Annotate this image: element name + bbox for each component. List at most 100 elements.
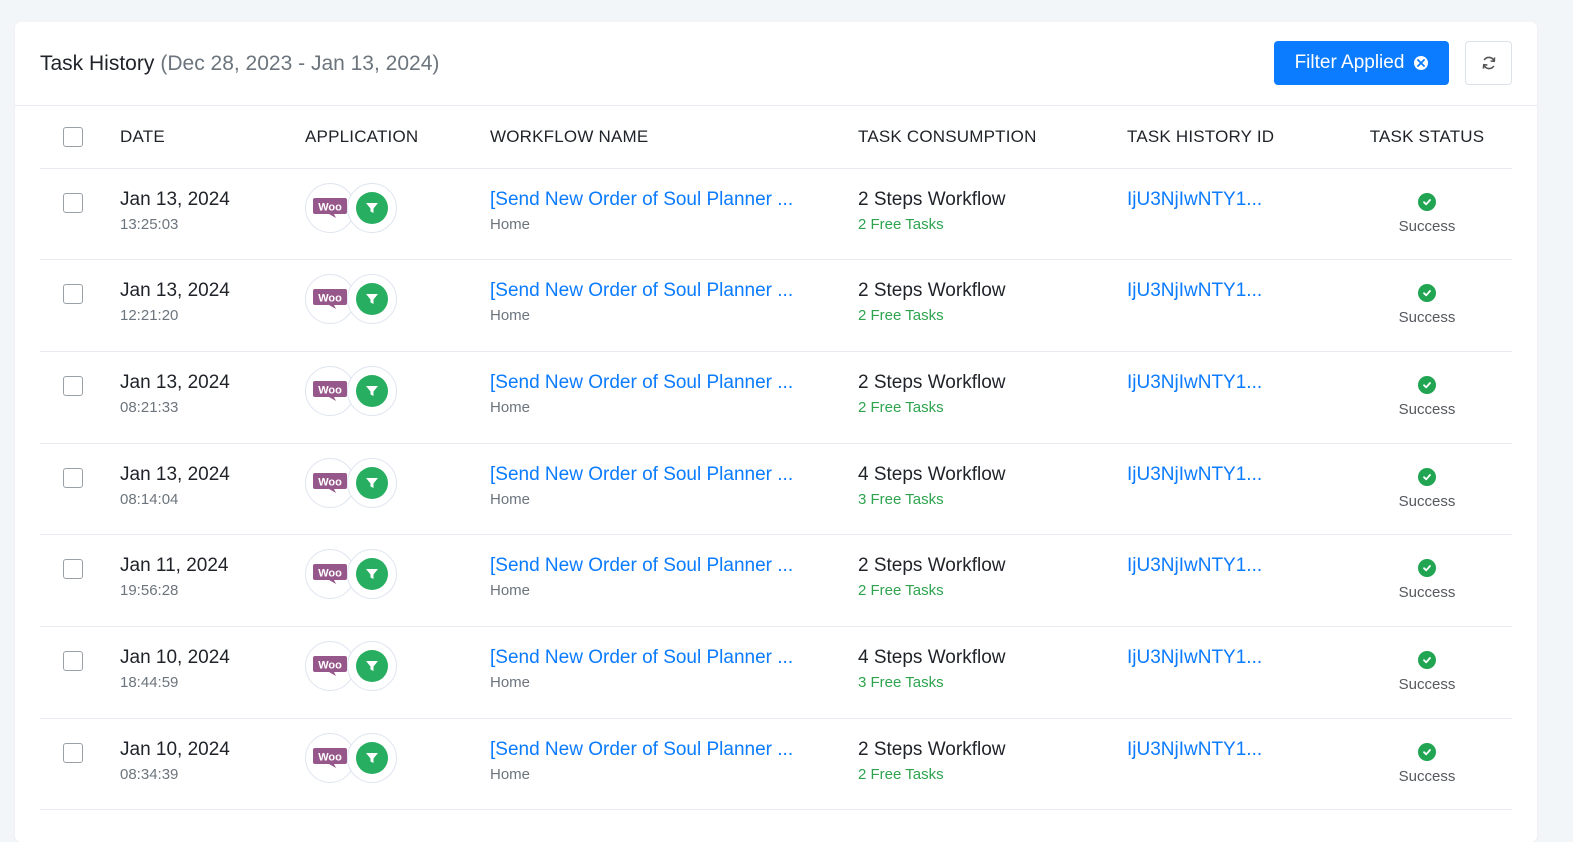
row-checkbox[interactable] bbox=[63, 650, 83, 671]
row-checkbox[interactable] bbox=[63, 467, 83, 488]
refresh-button[interactable] bbox=[1465, 41, 1512, 85]
status-badge: Success bbox=[1342, 650, 1512, 693]
workflow-name-link[interactable]: [Send New Order of Soul Planner ... bbox=[490, 464, 858, 486]
row-date: Jan 13, 2024 bbox=[120, 463, 230, 485]
close-circle-icon[interactable] bbox=[1414, 56, 1429, 70]
application-icons: Woo bbox=[305, 182, 490, 233]
col-application: APPLICATION bbox=[305, 106, 490, 169]
workflow-folder: Home bbox=[490, 765, 531, 783]
workflow-name-link[interactable]: [Send New Order of Soul Planner ... bbox=[490, 189, 858, 211]
status-label: Success bbox=[1398, 767, 1456, 785]
row-date: Jan 10, 2024 bbox=[120, 646, 230, 668]
status-badge: Success bbox=[1342, 192, 1512, 235]
col-task-consumption: TASK CONSUMPTION bbox=[858, 106, 1127, 169]
check-circle-icon bbox=[1418, 375, 1436, 394]
filter-applied-button[interactable]: Filter Applied bbox=[1274, 41, 1449, 85]
workflow-folder: Home bbox=[490, 490, 531, 508]
workflow-folder: Home bbox=[490, 215, 531, 233]
application-icons: Woo bbox=[305, 732, 490, 783]
status-label: Success bbox=[1398, 217, 1456, 235]
workflow-name-link[interactable]: [Send New Order of Soul Planner ... bbox=[490, 739, 858, 761]
workflow-name-link[interactable]: [Send New Order of Soul Planner ... bbox=[490, 372, 858, 394]
svg-text:Woo: Woo bbox=[318, 659, 342, 671]
free-tasks: 2 Free Tasks bbox=[858, 398, 944, 416]
row-checkbox[interactable] bbox=[63, 742, 83, 763]
row-time: 08:21:33 bbox=[120, 398, 179, 416]
row-time: 08:14:04 bbox=[120, 490, 179, 508]
row-checkbox[interactable] bbox=[63, 192, 83, 213]
steps-count: 4 Steps Workflow bbox=[858, 646, 1006, 668]
svg-text:Woo: Woo bbox=[318, 568, 342, 580]
check-circle-icon bbox=[1418, 284, 1436, 303]
status-badge: Success bbox=[1342, 742, 1512, 785]
status-label: Success bbox=[1398, 400, 1456, 418]
check-circle-icon bbox=[1418, 742, 1436, 761]
task-history-id-link[interactable]: IjU3NjIwNTY1... bbox=[1127, 280, 1342, 302]
col-workflow-name: WORKFLOW NAME bbox=[490, 106, 858, 169]
select-all-checkbox[interactable] bbox=[63, 126, 83, 147]
filter-app-icon bbox=[347, 274, 397, 325]
row-checkbox[interactable] bbox=[63, 375, 83, 396]
svg-text:Woo: Woo bbox=[318, 384, 342, 396]
status-label: Success bbox=[1398, 584, 1456, 602]
task-history-id-link[interactable]: IjU3NjIwNTY1... bbox=[1127, 647, 1342, 669]
free-tasks: 2 Free Tasks bbox=[858, 582, 944, 600]
check-circle-icon bbox=[1418, 650, 1436, 669]
row-checkbox[interactable] bbox=[63, 559, 83, 580]
svg-text:Woo: Woo bbox=[318, 293, 342, 305]
application-icons: Woo bbox=[305, 274, 490, 325]
filter-app-icon bbox=[347, 365, 397, 416]
table-row[interactable]: Jan 11, 2024 19:56:28 Woo [Send New Orde… bbox=[40, 534, 1512, 627]
row-date: Jan 13, 2024 bbox=[120, 371, 230, 393]
task-history-id-link[interactable]: IjU3NjIwNTY1... bbox=[1127, 372, 1342, 394]
status-label: Success bbox=[1398, 309, 1456, 327]
steps-count: 2 Steps Workflow bbox=[858, 555, 1006, 577]
col-task-history-id: TASK HISTORY ID bbox=[1127, 106, 1342, 169]
table-row[interactable]: Jan 13, 2024 12:21:20 Woo [Send New Orde… bbox=[40, 259, 1512, 352]
free-tasks: 2 Free Tasks bbox=[858, 765, 944, 783]
workflow-name-link[interactable]: [Send New Order of Soul Planner ... bbox=[490, 280, 858, 302]
row-time: 12:21:20 bbox=[120, 307, 179, 325]
workflow-name-link[interactable]: [Send New Order of Soul Planner ... bbox=[490, 647, 858, 669]
task-history-table: DATE APPLICATION WORKFLOW NAME TASK CONS… bbox=[40, 106, 1512, 811]
svg-text:Woo: Woo bbox=[318, 201, 342, 213]
check-circle-icon bbox=[1418, 559, 1436, 578]
application-icons: Woo bbox=[305, 549, 490, 600]
check-circle-icon bbox=[1418, 467, 1436, 486]
application-icons: Woo bbox=[305, 457, 490, 508]
task-history-id-link[interactable]: IjU3NjIwNTY1... bbox=[1127, 739, 1342, 761]
table-row[interactable]: Jan 13, 2024 08:21:33 Woo [Send New Orde… bbox=[40, 351, 1512, 444]
svg-text:Woo: Woo bbox=[318, 476, 342, 488]
col-date: DATE bbox=[120, 106, 305, 169]
application-icons: Woo bbox=[305, 365, 490, 416]
row-date: Jan 10, 2024 bbox=[120, 738, 230, 760]
application-icons: Woo bbox=[305, 640, 490, 691]
table-row[interactable]: Jan 10, 2024 18:44:59 Woo [Send New Orde… bbox=[40, 626, 1512, 719]
table-row[interactable]: Jan 10, 2024 08:34:39 Woo [Send New Orde… bbox=[40, 718, 1512, 811]
steps-count: 2 Steps Workflow bbox=[858, 371, 1006, 393]
filter-button-label: Filter Applied bbox=[1294, 52, 1405, 73]
workflow-folder: Home bbox=[490, 673, 531, 691]
workflow-folder: Home bbox=[490, 582, 531, 600]
free-tasks: 2 Free Tasks bbox=[858, 307, 944, 325]
task-history-id-link[interactable]: IjU3NjIwNTY1... bbox=[1127, 555, 1342, 577]
svg-text:Woo: Woo bbox=[318, 751, 342, 763]
steps-count: 2 Steps Workflow bbox=[858, 738, 1006, 760]
title-text: Task History bbox=[40, 51, 155, 75]
workflow-name-link[interactable]: [Send New Order of Soul Planner ... bbox=[490, 555, 858, 577]
task-history-id-link[interactable]: IjU3NjIwNTY1... bbox=[1127, 464, 1342, 486]
row-checkbox[interactable] bbox=[63, 284, 83, 305]
row-time: 19:56:28 bbox=[120, 582, 179, 600]
row-date: Jan 11, 2024 bbox=[120, 555, 229, 577]
task-history-id-link[interactable]: IjU3NjIwNTY1... bbox=[1127, 189, 1342, 211]
filter-app-icon bbox=[347, 457, 397, 508]
status-label: Success bbox=[1398, 492, 1456, 510]
table-row[interactable]: Jan 13, 2024 08:14:04 Woo [Send New Orde… bbox=[40, 443, 1512, 536]
check-circle-icon bbox=[1418, 192, 1436, 211]
free-tasks: 2 Free Tasks bbox=[858, 215, 944, 233]
status-badge: Success bbox=[1342, 559, 1512, 601]
steps-count: 4 Steps Workflow bbox=[858, 463, 1006, 485]
steps-count: 2 Steps Workflow bbox=[858, 280, 1006, 302]
free-tasks: 3 Free Tasks bbox=[858, 490, 944, 508]
table-row[interactable]: Jan 13, 2024 13:25:03 Woo [Send New Orde… bbox=[40, 168, 1512, 261]
